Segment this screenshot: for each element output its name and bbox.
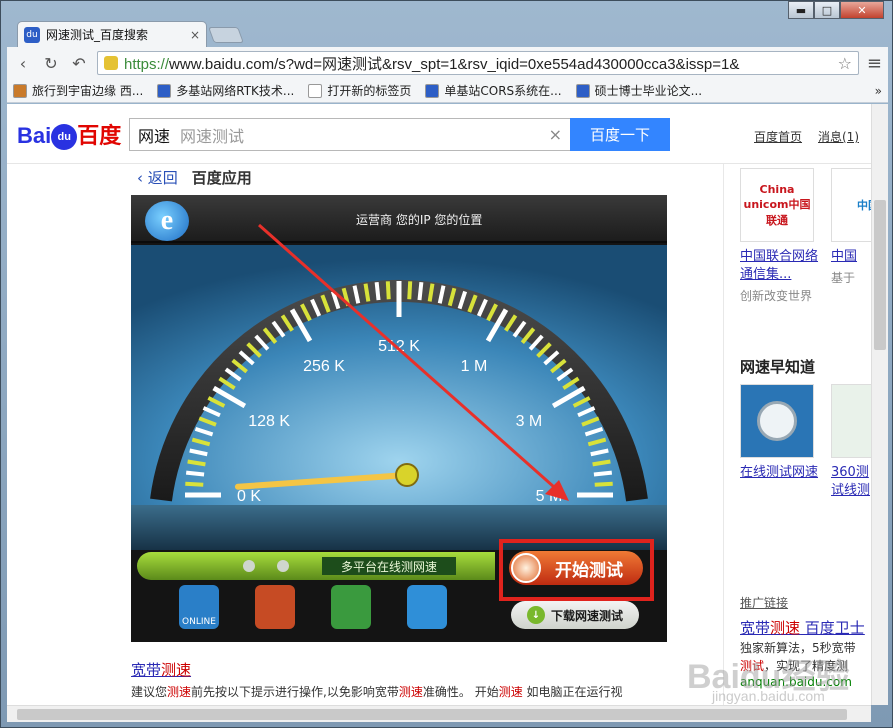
window-controls: ▬ □ ✕ [788, 1, 884, 19]
page-content: Bai du 百度 网速 网速测试 × 百度一下 百度首页 消息(1) ‹ 返回 百… [7, 104, 871, 705]
bookmark-label: 多基站网络RTK技术... [176, 84, 295, 98]
paw-icon: du [51, 124, 78, 151]
speedtest-widget: e 运营商 您的IP 您的位置 0 K 128 K 256 K 512 K 1 … [131, 195, 667, 642]
menu-icon[interactable]: ≡ [867, 53, 882, 74]
url-text[interactable]: https://www.baidu.com/s?wd=网速测试&rsv_spt=… [124, 53, 832, 74]
bookmark-item[interactable]: 硕士博士毕业论文... [575, 82, 703, 99]
tab-close-icon[interactable]: × [190, 28, 200, 42]
bookmark-icon [13, 83, 27, 98]
annotation-arrow [258, 223, 569, 501]
home-link[interactable]: 百度首页 [754, 128, 802, 145]
lock-icon [104, 56, 118, 70]
bookmarks-more-icon[interactable]: » [875, 84, 882, 98]
result-snippet: 建议您测速前先按以下提示进行操作,以免影响宽带测速准确性。 开始测速 如电脑正在… [131, 685, 623, 699]
unicom-logo-icon: China unicom中国联通 [740, 168, 814, 242]
bookmarks-bar: 旅行到宇宙边缘 西... 多基站网络RTK技术... 打开新的标签页 单基站CORS系… [7, 79, 888, 103]
undo-icon[interactable]: ↶ [69, 53, 89, 73]
online-test-title[interactable]: 在线测试网速 [740, 464, 820, 482]
bookmark-item[interactable]: 旅行到宇宙边缘 西... [13, 82, 143, 99]
section-title: 网速早知道 [740, 358, 816, 376]
baidu-favicon-icon: du [24, 26, 40, 43]
bookmark-label: 单基站CORS系统在... [444, 84, 562, 98]
horizontal-scroll-thumb[interactable] [17, 709, 847, 720]
back-link[interactable]: ‹ 返回 [137, 167, 178, 188]
bookmark-label: 打开新的标签页 [327, 84, 412, 98]
speedometer-thumb-icon [740, 384, 814, 458]
bookmark-item[interactable]: 多基站网络RTK技术... [157, 82, 294, 99]
back-icon[interactable]: ‹ [13, 53, 33, 73]
search-value[interactable]: 网速 [138, 123, 170, 147]
horizontal-scrollbar[interactable] [7, 705, 871, 722]
search-placeholder: 网速测试 [180, 126, 245, 146]
result-title-link[interactable]: 宽带测速 [131, 659, 191, 680]
right-card-online-test[interactable]: 在线测试网速 [740, 384, 820, 482]
right-card-unicom[interactable]: China unicom中国联通 中国联合网络通信集... 创新改变世界 [740, 168, 820, 304]
toolbar: ‹ ↻ ↶ https://www.baidu.com/s?wd=网速测试&rs… [7, 47, 888, 79]
bookmark-item[interactable]: 单基站CORS系统在... [425, 82, 562, 99]
bookmark-icon [157, 83, 172, 98]
unicom-title[interactable]: 中国联合网络通信集... [740, 248, 820, 284]
browser-window: ▬ □ ✕ du 网速测试_百度搜索 × ‹ ↻ ↶ https://www.b… [0, 0, 893, 728]
360-title[interactable]: 360测试线测 [831, 464, 871, 500]
bookmark-icon [425, 83, 440, 98]
maximize-button[interactable]: □ [814, 1, 840, 19]
tab-title: 网速测试_百度搜索 [46, 28, 149, 42]
new-tab-button[interactable] [208, 27, 244, 43]
vertical-scrollbar[interactable] [871, 104, 888, 705]
tab-baidu-search[interactable]: du 网速测试_百度搜索 × [17, 21, 207, 47]
right-card-china[interactable]: 中国 中国 基于 [831, 168, 871, 286]
bookmark-item[interactable]: 打开新的标签页 [308, 82, 411, 99]
app-subheader: ‹ 返回 百度应用 [137, 166, 252, 188]
search-input[interactable]: 网速 网速测试 × [129, 118, 571, 151]
unicom-desc: 创新改变世界 [740, 289, 813, 303]
bookmark-label: 硕士博士毕业论文... [594, 84, 703, 98]
china-desc: 基于 [831, 271, 856, 285]
promo-label: 推广链接 [740, 596, 789, 610]
search-button[interactable]: 百度一下 [570, 118, 670, 151]
bookmark-star-icon[interactable]: ☆ [838, 54, 852, 73]
right-divider [723, 164, 724, 705]
app-title: 百度应用 [191, 168, 252, 187]
watermark-url: jingyan.baidu.com [712, 688, 825, 704]
reload-icon[interactable]: ↻ [41, 53, 61, 73]
bookmark-icon [308, 83, 323, 98]
baidu-logo[interactable]: Bai du 百度 [17, 118, 121, 151]
vertical-scroll-thumb[interactable] [874, 200, 886, 350]
minimize-button[interactable]: ▬ [788, 1, 814, 19]
china-logo-icon: 中国 [831, 168, 871, 242]
address-bar[interactable]: https://www.baidu.com/s?wd=网速测试&rsv_spt=… [97, 51, 859, 75]
close-button[interactable]: ✕ [840, 1, 884, 19]
right-card-360[interactable]: 360测试线测 [831, 384, 871, 500]
baidu-header: Bai du 百度 网速 网速测试 × 百度一下 百度首页 消息(1) [7, 104, 871, 164]
bookmark-icon [575, 83, 590, 98]
china-title[interactable]: 中国 [831, 248, 871, 266]
clear-icon[interactable]: × [549, 125, 562, 144]
bookmark-label: 旅行到宇宙边缘 西... [32, 84, 144, 98]
promo-title-link[interactable]: 宽带测速 百度卫士 [740, 617, 865, 638]
360-thumb-icon [831, 384, 871, 458]
messages-link[interactable]: 消息(1) [818, 128, 859, 145]
